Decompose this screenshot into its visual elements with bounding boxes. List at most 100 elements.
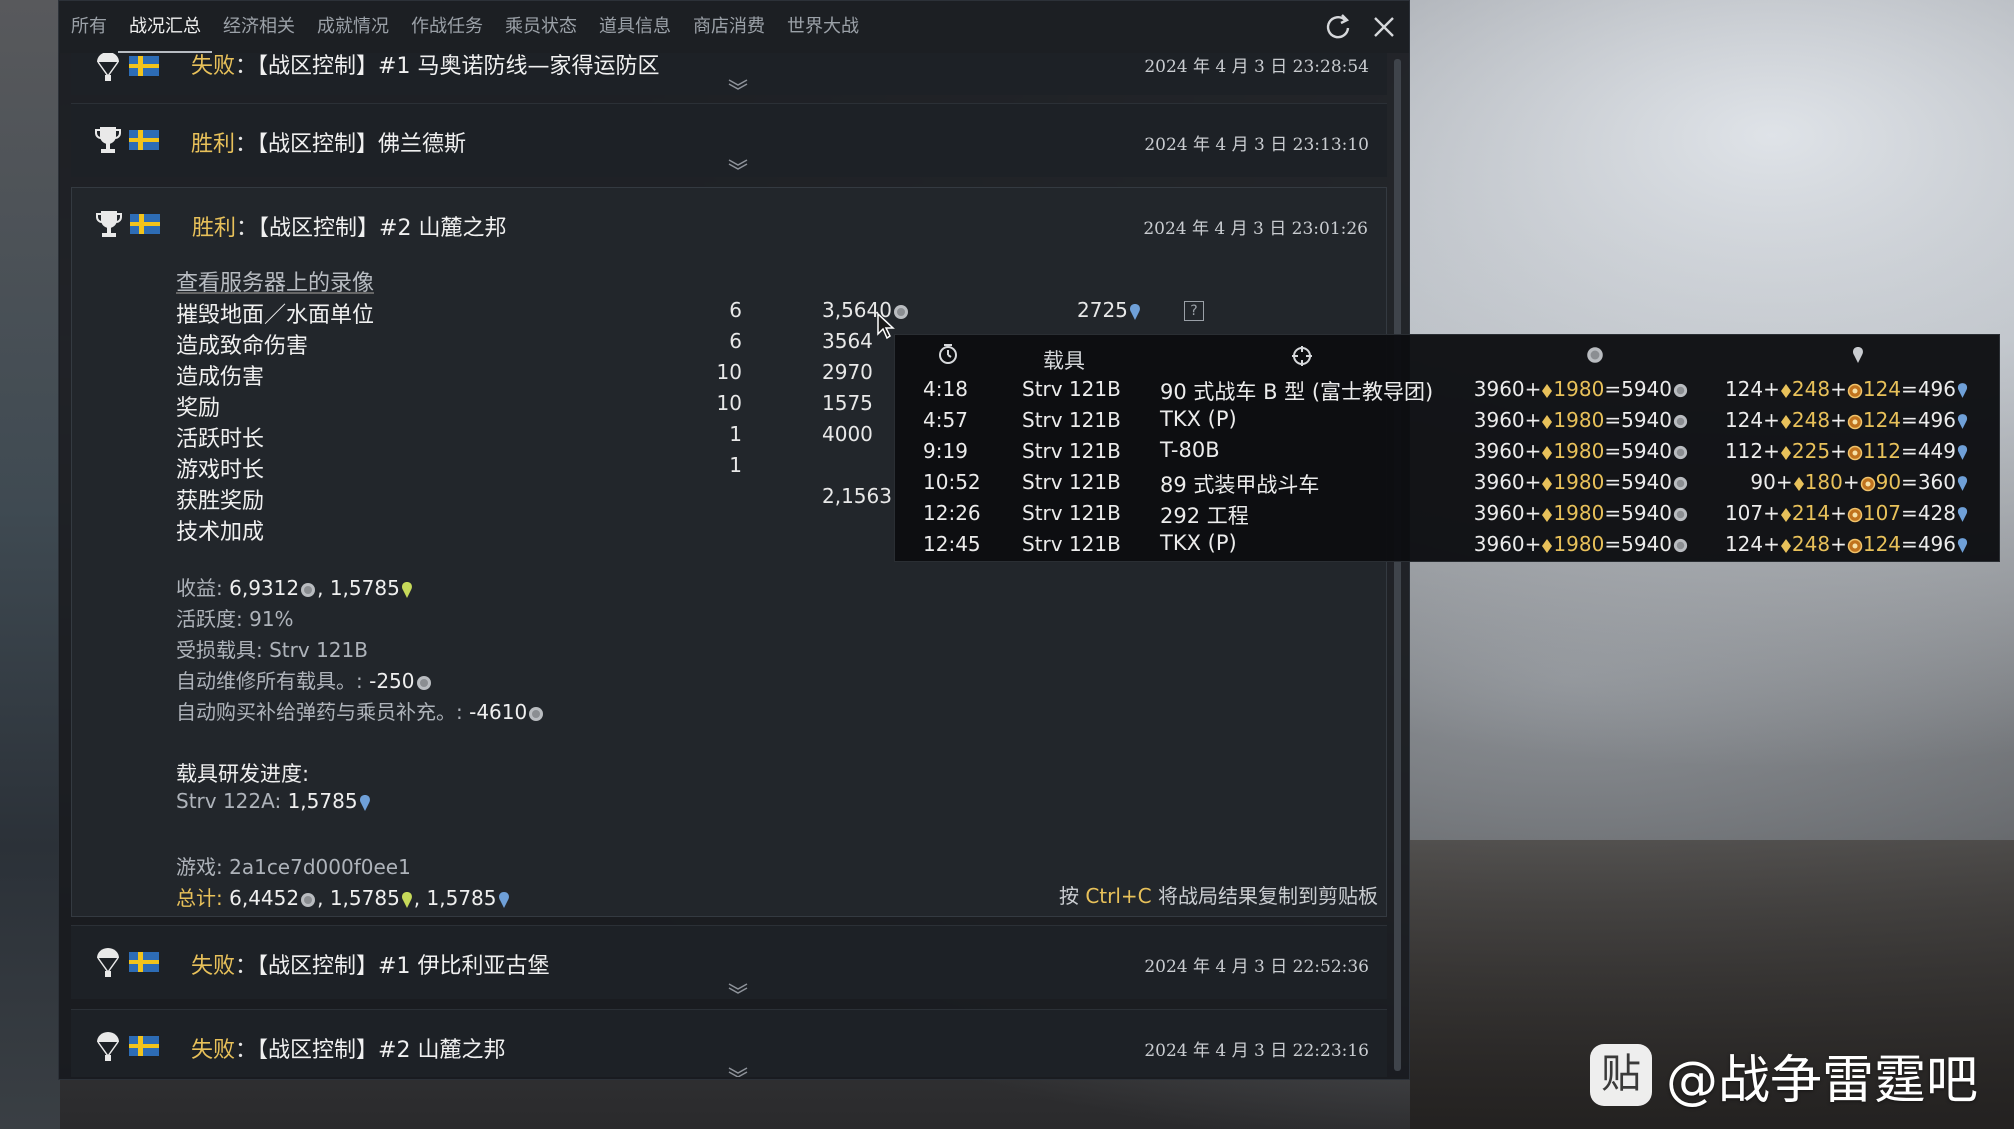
- kill-time: 4:18: [923, 377, 968, 401]
- parachute-icon: [97, 53, 119, 81]
- auto-resupply-line: 自动购买补给弹药与乘员补充。: -4610: [176, 696, 545, 725]
- silver-lions-icon: [1673, 538, 1688, 553]
- mission-name: 【战区控制】#1 马奥诺防线—家得运防区: [257, 54, 660, 79]
- kill-time: 12:26: [923, 501, 981, 525]
- research-point-icon: [401, 581, 412, 598]
- stat-label: 摧毁地面／水面单位: [176, 303, 375, 328]
- battle-result: 失败: [191, 1038, 236, 1063]
- research-point-icon: [401, 891, 412, 908]
- separator: ：: [236, 216, 259, 241]
- kill-rp-reward: 124+ 248+ 124=496: [1725, 532, 1969, 556]
- booster-icon: [1847, 445, 1863, 460]
- stat-rp: 2725: [1077, 298, 1128, 322]
- premium-bonus-icon: [1780, 538, 1791, 553]
- separator: ：: [235, 132, 258, 157]
- help-icon[interactable]: ?: [1184, 301, 1204, 321]
- premium-bonus-icon: [1542, 507, 1553, 522]
- stat-label: 技术加成: [176, 520, 265, 545]
- separator: ：: [235, 1038, 258, 1063]
- research-line: Strv 122A: 1,5785: [176, 789, 372, 813]
- kill-vehicle: Strv 121B: [1022, 501, 1121, 525]
- kill-sl-reward: 3960+ 1980=5940: [1474, 439, 1689, 463]
- sweden-flag-icon: [130, 214, 160, 234]
- separator: ：: [235, 54, 258, 79]
- premium-bonus-icon: [1780, 383, 1791, 398]
- stat-count: 1: [729, 422, 742, 446]
- clock-icon: [939, 344, 957, 364]
- research-point-icon: [1957, 538, 1968, 553]
- battle-entry[interactable]: 胜利：【战区控制】佛兰德斯 2024 年 4 月 3 日 23:13:10: [71, 103, 1387, 177]
- battle-datetime: 2024 年 4 月 3 日 23:28:54: [1144, 57, 1369, 77]
- stat-count: 6: [729, 329, 742, 353]
- total-line: 总计: 6,4452, 1,5785, 1,5785: [176, 882, 511, 911]
- battle-entry[interactable]: 失败：【战区控制】#2 山麓之邦 2024 年 4 月 3 日 22:23:16: [71, 1009, 1387, 1077]
- tab-battle-summary[interactable]: 战况汇总: [118, 1, 212, 53]
- kill-sl-reward: 3960+ 1980=5940: [1474, 408, 1689, 432]
- auto-repair-line: 自动维修所有载具。: -250: [176, 665, 433, 694]
- mission-name: 【战区控制】佛兰德斯: [257, 132, 467, 157]
- tab-tasks[interactable]: 作战任务: [400, 1, 494, 53]
- silver-lions-icon: [1587, 347, 1603, 363]
- mission-name: 【战区控制】#2 山麓之邦: [257, 1038, 506, 1063]
- sweden-flag-icon: [129, 56, 159, 76]
- stat-label: 造成伤害: [176, 365, 265, 390]
- kill-vehicle: Strv 121B: [1022, 439, 1121, 463]
- tab-economy[interactable]: 经济相关: [212, 1, 306, 53]
- battle-entry[interactable]: 失败：【战区控制】#1 马奥诺防线—家得运防区 2024 年 4 月 3 日 2…: [71, 53, 1387, 95]
- kill-sl-reward: 3960+ 1980=5940: [1474, 532, 1689, 556]
- tab-crew[interactable]: 乘员状态: [494, 1, 588, 53]
- battle-list: 失败：【战区控制】#1 马奥诺防线—家得运防区 2024 年 4 月 3 日 2…: [71, 53, 1387, 1077]
- trophy-icon: [96, 211, 122, 237]
- scrollbar[interactable]: [1394, 59, 1401, 1071]
- chevron-down-icon[interactable]: [727, 982, 749, 994]
- sweden-flag-icon: [129, 952, 159, 972]
- research-point-icon: [1957, 414, 1968, 429]
- battle-result: 失败: [191, 54, 236, 79]
- copy-hint: 按 Ctrl+C 将战局结果复制到剪贴板: [1058, 884, 1378, 908]
- stat-count: 1: [729, 453, 742, 477]
- silver-lions-icon: [529, 706, 544, 721]
- mission-name: 【战区控制】#1 伊比利亚古堡: [257, 954, 550, 979]
- premium-bonus-icon: [1780, 445, 1791, 460]
- stat-count: 10: [716, 360, 742, 384]
- silver-lions-icon: [1673, 445, 1688, 460]
- battle-datetime: 2024 年 4 月 3 日 23:01:26: [1143, 219, 1368, 239]
- booster-icon: [1847, 383, 1863, 398]
- close-icon[interactable]: [1367, 10, 1401, 44]
- silver-lions-icon: [416, 675, 431, 690]
- kill-rp-reward: 124+ 248+ 124=496: [1725, 408, 1969, 432]
- tab-shop[interactable]: 商店消费: [682, 1, 776, 53]
- refresh-icon[interactable]: [1321, 10, 1355, 44]
- tab-items[interactable]: 道具信息: [588, 1, 682, 53]
- crosshair-icon: [1292, 346, 1312, 366]
- kill-vehicle: Strv 121B: [1022, 408, 1121, 432]
- premium-bonus-icon: [1780, 507, 1791, 522]
- kill-target: 292 工程: [1160, 504, 1249, 528]
- kill-rp-reward: 107+ 214+ 107=428: [1725, 501, 1969, 525]
- separator: ：: [235, 954, 258, 979]
- stat-sl: 4000: [822, 422, 873, 446]
- kill-sl-reward: 3960+ 1980=5940: [1474, 470, 1689, 494]
- chevron-down-icon[interactable]: [727, 1066, 749, 1077]
- stat-label: 造成致命伤害: [176, 334, 309, 359]
- kill-target: 90 式战车 B 型 (富士教导团): [1160, 380, 1434, 404]
- stat-label: 奖励: [176, 396, 221, 421]
- tab-world-war[interactable]: 世界大战: [776, 1, 870, 53]
- tab-achievements[interactable]: 成就情况: [306, 1, 400, 53]
- view-replay-link[interactable]: 查看服务器上的录像: [176, 265, 374, 297]
- activity-line: 活跃度: 91%: [176, 607, 294, 631]
- damaged-vehicles-line: 受损载具: Strv 121B: [176, 638, 368, 662]
- battle-result: 失败: [191, 954, 236, 979]
- kill-time: 4:57: [923, 408, 968, 432]
- kill-rp-reward: 90+ 180+ 90=360: [1750, 470, 1969, 494]
- battle-entry[interactable]: 失败：【战区控制】#1 伊比利亚古堡 2024 年 4 月 3 日 22:52:…: [71, 925, 1387, 999]
- research-point-icon: [1957, 507, 1968, 522]
- chevron-down-icon[interactable]: [727, 158, 749, 170]
- research-point-icon: [1957, 476, 1968, 491]
- chevron-down-icon[interactable]: [727, 78, 749, 90]
- header-vehicle: 载具: [1043, 349, 1085, 373]
- tab-all[interactable]: 所有: [59, 1, 118, 53]
- research-title: 载具研发进度:: [176, 762, 310, 786]
- kill-target: TKX (P): [1160, 407, 1237, 431]
- research-point-icon: [359, 794, 370, 811]
